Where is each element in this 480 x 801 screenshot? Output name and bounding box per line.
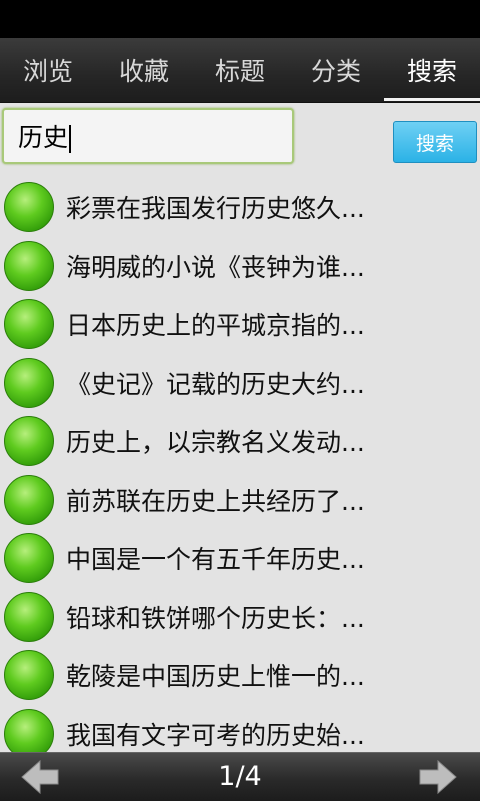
next-page-arrow-icon[interactable] [418,758,458,796]
green-ball-icon [4,591,54,642]
tab-favorites[interactable]: 收藏 [96,38,192,102]
prev-page-arrow-icon[interactable] [20,758,60,796]
tab-bar: 浏览 收藏 标题 分类 搜索 [0,38,480,103]
list-item[interactable]: 《史记》记载的历史大约... [0,354,480,413]
green-ball-icon [4,650,54,701]
green-ball-icon [4,240,54,291]
list-item-text: 铅球和铁饼哪个历史长：... [66,603,365,633]
search-row: 历史 搜索 [0,104,480,174]
green-ball-icon [4,533,54,584]
list-item-text: 前苏联在历史上共经历了... [66,486,365,516]
list-item[interactable]: 我国有文字可考的历史始... [0,705,480,752]
search-button[interactable]: 搜索 [393,121,477,163]
pagination-bar: 1/4 [0,752,480,801]
text-cursor [69,125,72,153]
tab-search[interactable]: 搜索 [384,38,480,102]
results-list: 彩票在我国发行历史悠久... 海明威的小说《丧钟为谁... 日本历史上的平城京指… [0,178,480,752]
list-item[interactable]: 历史上，以宗教名义发动... [0,412,480,471]
list-item-text: 乾陵是中国历史上惟一的... [66,662,365,692]
tab-categories[interactable]: 分类 [288,38,384,102]
list-item-text: 我国有文字可考的历史始... [66,720,365,750]
list-item-text: 彩票在我国发行历史悠久... [66,194,365,224]
list-item[interactable]: 铅球和铁饼哪个历史长：... [0,588,480,647]
green-ball-icon [4,708,54,752]
list-item-text: 《史记》记载的历史大约... [66,369,365,399]
search-query-text: 历史 [18,123,69,152]
list-item[interactable]: 乾陵是中国历史上惟一的... [0,646,480,705]
list-item-text: 中国是一个有五千年历史... [66,545,365,575]
list-item[interactable]: 前苏联在历史上共经历了... [0,471,480,530]
tab-titles[interactable]: 标题 [192,38,288,102]
search-input[interactable]: 历史 [2,108,294,164]
list-item-text: 海明威的小说《丧钟为谁... [66,252,365,282]
list-item-text: 历史上，以宗教名义发动... [66,428,365,458]
green-ball-icon [4,299,54,350]
green-ball-icon [4,357,54,408]
page-indicator: 1/4 [218,761,262,792]
list-item[interactable]: 彩票在我国发行历史悠久... [0,178,480,237]
green-ball-icon [4,182,54,233]
list-item[interactable]: 中国是一个有五千年历史... [0,529,480,588]
green-ball-icon [4,416,54,467]
list-item[interactable]: 日本历史上的平城京指的... [0,295,480,354]
status-bar [0,0,480,38]
green-ball-icon [4,474,54,525]
tab-browse[interactable]: 浏览 [0,38,96,102]
list-item-text: 日本历史上的平城京指的... [66,311,365,341]
list-item[interactable]: 海明威的小说《丧钟为谁... [0,237,480,296]
